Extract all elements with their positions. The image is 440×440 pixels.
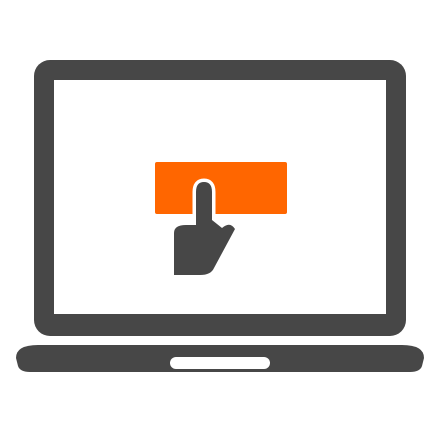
illustration-canvas [0,0,440,440]
laptop-trackpad [170,357,270,369]
laptop-icon [16,60,424,372]
screen-button [155,162,287,214]
